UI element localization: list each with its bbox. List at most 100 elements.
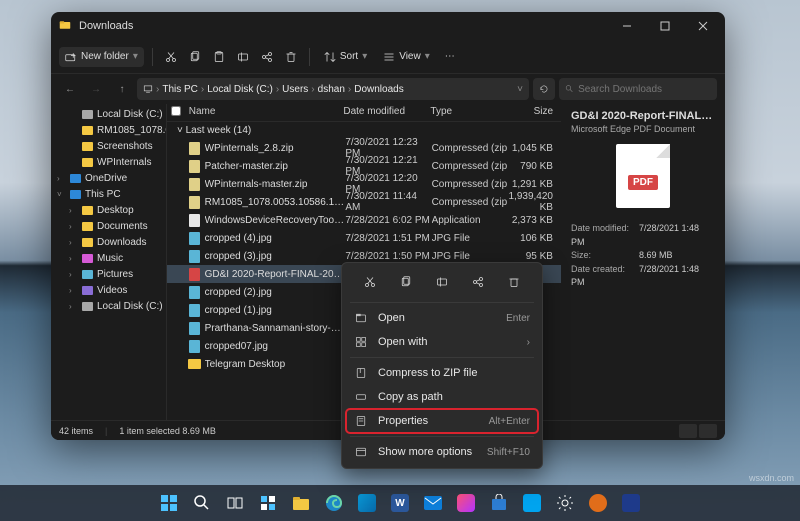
minimize-button[interactable] xyxy=(609,12,645,40)
ctx-delete-button[interactable] xyxy=(503,271,525,293)
search-input[interactable] xyxy=(578,84,711,95)
ctx-properties[interactable]: Properties Alt+Enter xyxy=(346,409,538,433)
app-taskbar-2[interactable]: W xyxy=(386,489,414,517)
sidebar-item[interactable]: RM1085_1078.0… xyxy=(51,122,166,138)
sort-label: Sort xyxy=(340,51,358,62)
new-folder-label: New folder xyxy=(81,51,129,62)
file-row[interactable]: cropped (4).jpg7/28/2021 1:51 PMJPG File… xyxy=(167,229,561,247)
thumbnail-view-button[interactable] xyxy=(699,424,717,438)
sidebar-item[interactable]: Local Disk (C:) xyxy=(51,106,166,122)
col-name[interactable]: Name xyxy=(185,106,344,119)
sidebar-item[interactable]: Screenshots xyxy=(51,138,166,154)
titlebar[interactable]: Downloads xyxy=(51,12,725,40)
openwith-icon xyxy=(354,335,368,349)
ctx-copy-button[interactable] xyxy=(395,271,417,293)
breadcrumb[interactable]: › This PC› Local Disk (C:)› Users› dshan… xyxy=(137,78,529,100)
sidebar-item[interactable]: ›Desktop xyxy=(51,202,166,218)
watermark: wsxdn.com xyxy=(749,473,794,483)
sidebar-item[interactable]: ›Downloads xyxy=(51,234,166,250)
preview-meta-row: Size:8.69 MB xyxy=(571,249,715,263)
sort-icon xyxy=(324,51,336,63)
sidebar-item[interactable]: ›OneDrive xyxy=(51,170,166,186)
cut-button[interactable] xyxy=(161,45,181,69)
address-bar: ← → ↑ › This PC› Local Disk (C:)› Users›… xyxy=(51,74,725,104)
edge-taskbar[interactable] xyxy=(320,489,348,517)
explorer-taskbar[interactable] xyxy=(287,489,315,517)
chevron-down-icon[interactable]: ˅ xyxy=(517,84,523,95)
paste-button[interactable] xyxy=(209,45,229,69)
preview-subtitle: Microsoft Edge PDF Document xyxy=(571,124,715,134)
app-taskbar-1[interactable] xyxy=(353,489,381,517)
pdf-badge: PDF xyxy=(628,175,658,190)
more-button[interactable]: ⋯ xyxy=(440,45,460,69)
mail-taskbar[interactable] xyxy=(419,489,447,517)
up-button[interactable]: ↑ xyxy=(111,78,133,100)
ctx-cut-button[interactable] xyxy=(359,271,381,293)
ctx-open[interactable]: Open Enter xyxy=(346,306,538,330)
close-button[interactable] xyxy=(685,12,721,40)
crumb[interactable]: Local Disk (C:) xyxy=(207,84,273,95)
forward-button[interactable]: → xyxy=(85,78,107,100)
crumb[interactable]: This PC xyxy=(162,84,198,95)
app-taskbar-4[interactable] xyxy=(518,489,546,517)
store-taskbar[interactable] xyxy=(485,489,513,517)
search-box[interactable] xyxy=(559,78,717,100)
file-row[interactable]: RM1085_1078.0053.10586.13169.12742…7/30/… xyxy=(167,193,561,211)
crumb[interactable]: dshan xyxy=(318,84,345,95)
chevron-right-icon: › xyxy=(527,337,530,348)
col-date[interactable]: Date modified xyxy=(343,106,430,119)
delete-button[interactable] xyxy=(281,45,301,69)
crumb[interactable]: Users xyxy=(282,84,308,95)
sidebar[interactable]: Local Disk (C:)RM1085_1078.0…Screenshots… xyxy=(51,104,167,420)
more-icon xyxy=(354,445,368,459)
search-button[interactable] xyxy=(188,489,216,517)
back-button[interactable]: ← xyxy=(59,78,81,100)
refresh-button[interactable] xyxy=(533,78,555,100)
file-row[interactable]: WindowsDeviceRecoveryToolInstaller (…7/2… xyxy=(167,211,561,229)
sidebar-item[interactable]: ›Documents xyxy=(51,218,166,234)
new-folder-icon xyxy=(65,51,77,63)
app-taskbar-5[interactable] xyxy=(584,489,612,517)
copy-button[interactable] xyxy=(185,45,205,69)
column-headers[interactable]: Name Date modified Type Size xyxy=(167,104,561,122)
toolbar: New folder ▾ Sort▾ View▾ ⋯ xyxy=(51,40,725,74)
details-view-button[interactable] xyxy=(679,424,697,438)
new-folder-button[interactable]: New folder ▾ xyxy=(59,47,144,67)
sidebar-item[interactable]: ˅This PC xyxy=(51,186,166,202)
taskbar[interactable]: W xyxy=(0,485,800,521)
ctx-rename-button[interactable] xyxy=(431,271,453,293)
sidebar-item[interactable]: ›Local Disk (C:) xyxy=(51,298,166,314)
preview-meta-row: Date created:7/28/2021 1:48 PM xyxy=(571,263,715,290)
app-taskbar-3[interactable] xyxy=(452,489,480,517)
sidebar-item[interactable]: ›Videos xyxy=(51,282,166,298)
sidebar-item[interactable]: ›Pictures xyxy=(51,266,166,282)
path-icon xyxy=(354,390,368,404)
settings-taskbar[interactable] xyxy=(551,489,579,517)
pc-icon xyxy=(143,84,153,94)
zip-icon xyxy=(354,366,368,380)
sort-button[interactable]: Sort▾ xyxy=(318,47,373,67)
col-type[interactable]: Type xyxy=(430,106,506,119)
search-icon xyxy=(565,84,574,94)
ctx-share-button[interactable] xyxy=(467,271,489,293)
app-taskbar-6[interactable] xyxy=(617,489,645,517)
ctx-copy-path[interactable]: Copy as path xyxy=(346,385,538,409)
view-button[interactable]: View▾ xyxy=(377,47,436,67)
ctx-more-options[interactable]: Show more options Shift+F10 xyxy=(346,440,538,464)
crumb[interactable]: Downloads xyxy=(354,84,403,95)
ctx-open-with[interactable]: Open with › xyxy=(346,330,538,354)
maximize-button[interactable] xyxy=(647,12,683,40)
sidebar-item[interactable]: ›Music xyxy=(51,250,166,266)
open-icon xyxy=(354,311,368,325)
select-all-checkbox[interactable] xyxy=(171,106,181,116)
share-button[interactable] xyxy=(257,45,277,69)
widgets-button[interactable] xyxy=(254,489,282,517)
ctx-compress[interactable]: Compress to ZIP file xyxy=(346,361,538,385)
task-view-button[interactable] xyxy=(221,489,249,517)
start-button[interactable] xyxy=(155,489,183,517)
col-size[interactable]: Size xyxy=(507,106,561,119)
preview-thumbnail: PDF xyxy=(616,144,670,208)
properties-icon xyxy=(354,414,368,428)
rename-button[interactable] xyxy=(233,45,253,69)
sidebar-item[interactable]: WPInternals xyxy=(51,154,166,170)
